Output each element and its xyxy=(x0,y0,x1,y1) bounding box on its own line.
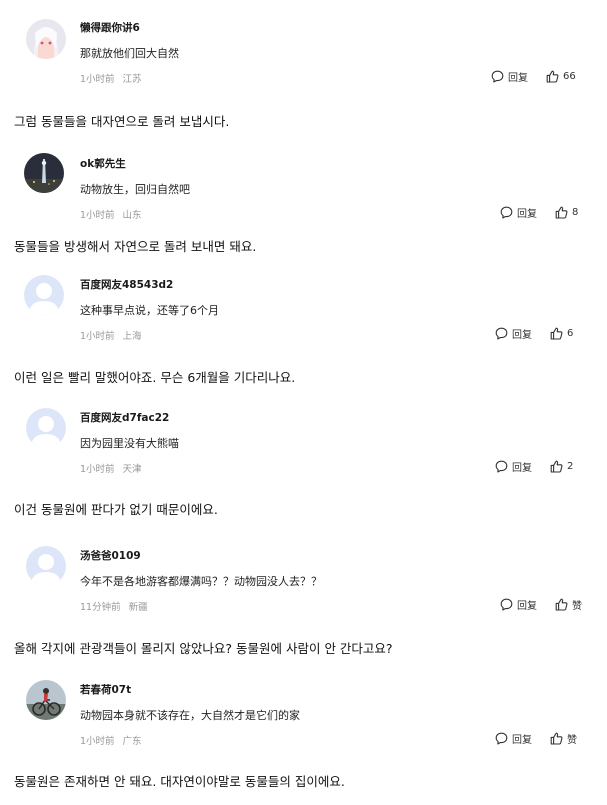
comment-time: 1小时前 xyxy=(80,464,115,475)
comment-location: 新疆 xyxy=(128,602,148,613)
comment-actions: 回复 8 xyxy=(500,204,578,220)
comment-text: 今年不是各地游客都爆满吗？？动物园没人去？？ xyxy=(80,575,322,588)
translation-text: 동물들을 방생해서 자연으로 돌려 보내면 돼요. xyxy=(14,239,257,254)
translation-text: 이건 동물원에 판다가 없기 때문이에요. xyxy=(14,502,218,517)
comment-meta: 1小时前 江苏 xyxy=(80,71,142,85)
user-avatar-default[interactable] xyxy=(26,546,66,586)
translation-text: 올해 각지에 관광객들이 몰리지 않았나요? 동물원에 사람이 안 간다고요? xyxy=(14,641,393,656)
reply-button[interactable]: 回复 xyxy=(500,205,537,220)
comment-meta: 1小时前 广东 xyxy=(80,733,142,747)
user-avatar-anime[interactable] xyxy=(26,19,66,59)
reply-button[interactable]: 回复 xyxy=(500,597,537,612)
comment-time: 1小时前 xyxy=(80,210,115,221)
comment-actions: 回复 赞 xyxy=(500,596,582,612)
reply-icon xyxy=(495,732,508,745)
thumbs-up-icon xyxy=(550,460,563,473)
translation-text: 이런 일은 빨리 말했어야죠. 무슨 6개월을 기다리나요. xyxy=(14,370,296,385)
reply-icon xyxy=(491,70,504,83)
comment-time: 11分钟前 xyxy=(80,602,121,613)
user-name[interactable]: 汤爸爸0109 xyxy=(80,548,141,563)
comment-meta: 1小时前 山东 xyxy=(80,207,142,221)
like-button[interactable]: 赞 xyxy=(550,731,577,746)
like-button[interactable]: 8 xyxy=(555,206,578,219)
reply-icon xyxy=(495,460,508,473)
reply-label: 回复 xyxy=(508,72,528,84)
reply-icon xyxy=(495,327,508,340)
reply-icon xyxy=(500,206,513,219)
comment-time: 1小时前 xyxy=(80,736,115,747)
translation-text: 동물원은 존재하면 안 돼요. 대자연이야말로 동물들의 집이에요. xyxy=(14,774,345,789)
reply-label: 回复 xyxy=(512,734,532,746)
thumbs-up-icon xyxy=(550,327,563,340)
thumbs-up-icon xyxy=(546,70,559,83)
reply-label: 回复 xyxy=(512,462,532,474)
comment-actions: 回复 66 xyxy=(491,68,576,84)
reply-button[interactable]: 回复 xyxy=(491,69,528,84)
user-avatar-cyclist[interactable] xyxy=(26,680,66,720)
thumbs-up-icon xyxy=(550,732,563,745)
like-button[interactable]: 6 xyxy=(550,327,573,340)
reply-label: 回复 xyxy=(512,329,532,341)
like-label: 赞 xyxy=(572,600,582,612)
comment-text: 这种事早点说，还等了6个月 xyxy=(80,304,219,317)
like-button[interactable]: 2 xyxy=(550,460,573,473)
comment-text: 那就放他们回大自然 xyxy=(80,47,179,60)
user-name[interactable]: 百度网友d7fac22 xyxy=(80,410,169,425)
user-name[interactable]: 百度网友48543d2 xyxy=(80,277,173,292)
comment-text: 动物放生，回归自然吧 xyxy=(80,183,190,196)
comment-actions: 回复 6 xyxy=(495,325,573,341)
comment-location: 天津 xyxy=(122,464,142,475)
user-avatar-default[interactable] xyxy=(26,408,66,448)
like-count: 2 xyxy=(567,460,574,472)
reply-button[interactable]: 回复 xyxy=(495,459,532,474)
like-count: 66 xyxy=(563,70,576,82)
reply-label: 回复 xyxy=(517,208,537,220)
comment-actions: 回复 2 xyxy=(495,458,573,474)
user-name[interactable]: 懒得跟你讲6 xyxy=(80,20,140,35)
user-name[interactable]: ok郭先生 xyxy=(80,156,126,171)
comment-meta: 1小时前 天津 xyxy=(80,461,142,475)
comment-text: 因为园里没有大熊喵 xyxy=(80,437,179,450)
translation-text: 그럼 동물들을 대자연으로 돌려 보냅시다. xyxy=(14,114,230,129)
comment-time: 1小时前 xyxy=(80,331,115,342)
comment-text: 动物园本身就不该存在，大自然才是它们的家 xyxy=(80,709,300,722)
reply-button[interactable]: 回复 xyxy=(495,731,532,746)
comment-time: 1小时前 xyxy=(80,74,115,85)
comment-location: 广东 xyxy=(122,736,142,747)
like-count: 6 xyxy=(567,327,574,339)
reply-icon xyxy=(500,598,513,611)
user-name[interactable]: 若春荷07t xyxy=(80,682,131,697)
comment-meta: 11分钟前 新疆 xyxy=(80,599,148,613)
like-count: 8 xyxy=(572,206,579,218)
comment-meta: 1小时前 上海 xyxy=(80,328,142,342)
like-button[interactable]: 66 xyxy=(546,70,576,83)
user-avatar-night-tower[interactable] xyxy=(24,153,64,193)
reply-button[interactable]: 回复 xyxy=(495,326,532,341)
comment-location: 上海 xyxy=(122,331,142,342)
user-avatar-default[interactable] xyxy=(24,275,64,315)
comment-location: 山东 xyxy=(122,210,142,221)
like-button[interactable]: 赞 xyxy=(555,597,582,612)
comment-actions: 回复 赞 xyxy=(495,730,577,746)
thumbs-up-icon xyxy=(555,206,568,219)
thumbs-up-icon xyxy=(555,598,568,611)
like-label: 赞 xyxy=(567,734,577,746)
reply-label: 回复 xyxy=(517,600,537,612)
comment-location: 江苏 xyxy=(122,74,142,85)
